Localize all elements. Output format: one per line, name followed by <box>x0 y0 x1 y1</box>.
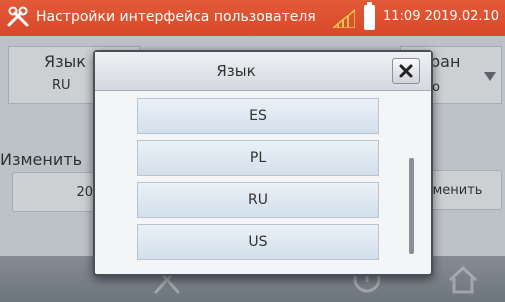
dialog-header: Язык <box>95 52 431 91</box>
tools-icon <box>7 6 29 27</box>
battery-icon <box>364 2 375 30</box>
title-bar: Настройки интерфейса пользователя 11:09 … <box>0 0 505 36</box>
scrollbar-thumb[interactable] <box>409 158 414 254</box>
language-option-ru[interactable]: RU <box>137 182 379 218</box>
close-button[interactable] <box>392 58 420 84</box>
window-title: Настройки интерфейса пользователя <box>36 9 316 25</box>
dialog-title: Язык <box>216 62 256 80</box>
close-icon <box>399 64 413 78</box>
language-option-us[interactable]: US <box>137 224 379 260</box>
language-option-es[interactable]: ES <box>137 98 379 134</box>
screen: Настройки интерфейса пользователя 11:09 … <box>0 0 505 302</box>
language-dialog: Язык ES PL RU US <box>93 50 433 276</box>
signal-icon <box>333 9 355 28</box>
language-option-pl[interactable]: PL <box>137 140 379 176</box>
clock-display: 11:09 2019.02.10 <box>383 9 500 24</box>
